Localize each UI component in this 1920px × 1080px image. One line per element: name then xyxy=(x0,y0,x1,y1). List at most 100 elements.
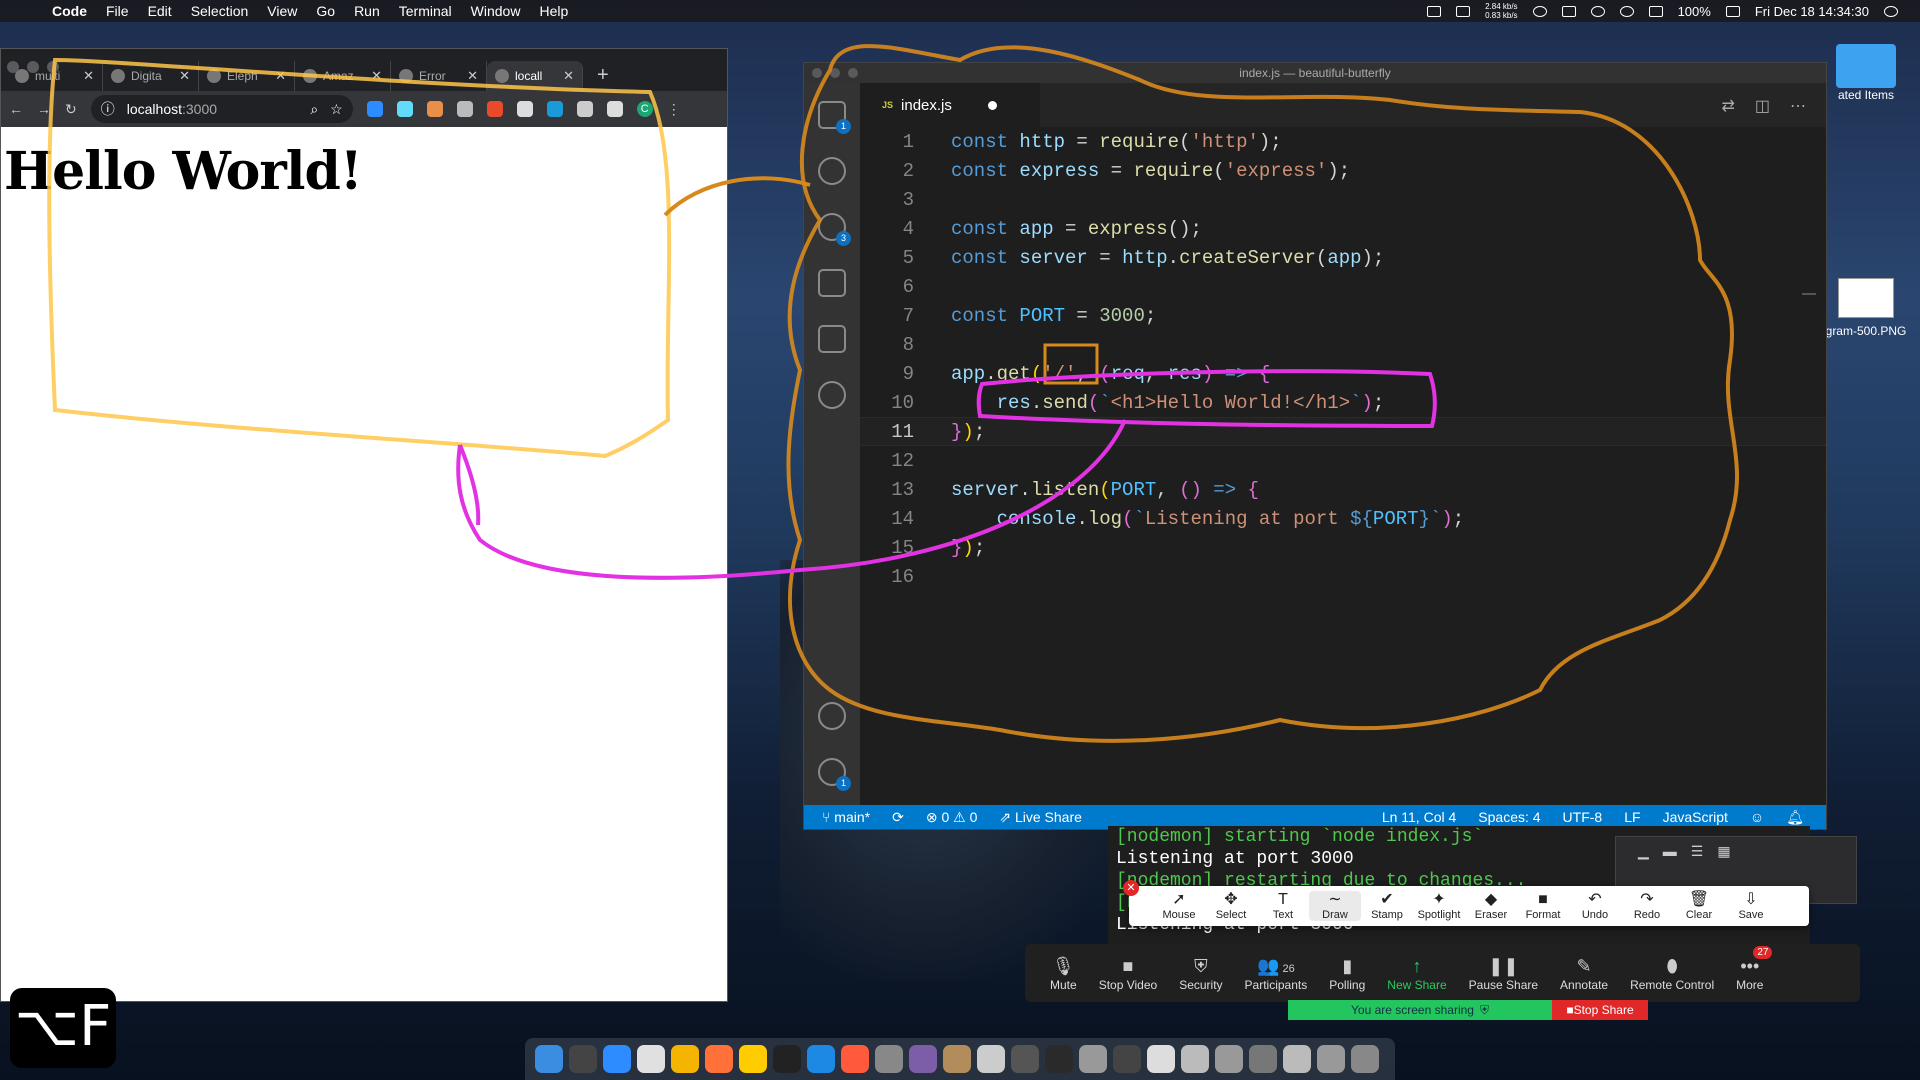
thumbnail-view-icon[interactable]: ▬ xyxy=(1663,843,1677,860)
dock-app-icon[interactable] xyxy=(909,1045,937,1073)
desktop-folder-label[interactable]: ated Items xyxy=(1812,88,1920,102)
zoom-lens-icon[interactable]: ⌕ xyxy=(310,101,318,118)
extension-icon[interactable] xyxy=(366,101,383,117)
extensions-icon[interactable] xyxy=(818,325,846,353)
annotate-tool-mouse[interactable]: ➚ Mouse xyxy=(1153,891,1205,921)
dock-app-icon[interactable] xyxy=(1011,1045,1039,1073)
menu-go[interactable]: Go xyxy=(316,3,335,19)
bluetooth-icon[interactable] xyxy=(1590,5,1605,17)
dock-app-icon[interactable] xyxy=(705,1045,733,1073)
dock-app-icon[interactable] xyxy=(535,1045,563,1073)
dock-app-icon[interactable] xyxy=(1215,1045,1243,1073)
dock-app-icon[interactable] xyxy=(1283,1045,1311,1073)
gallery-view-icon[interactable]: ▦ xyxy=(1717,843,1730,860)
cursor-position[interactable]: Ln 11, Col 4 xyxy=(1382,809,1456,826)
gear-icon[interactable]: 1 xyxy=(818,758,851,791)
encoding[interactable]: UTF-8 xyxy=(1563,809,1603,826)
explorer-icon[interactable]: 1 xyxy=(818,101,851,134)
dock-app-icon[interactable] xyxy=(1249,1045,1277,1073)
problems-status[interactable]: ⊗ 0 ⚠ 0 xyxy=(926,809,978,826)
menu-app[interactable]: Code xyxy=(52,3,87,19)
dock-app-icon[interactable] xyxy=(875,1045,903,1073)
close-window-button[interactable] xyxy=(7,61,19,73)
annotate-tool-select[interactable]: ✥ Select xyxy=(1205,891,1257,921)
screenshot-file-icon[interactable] xyxy=(1838,278,1894,318)
code-line[interactable]: 8 xyxy=(860,330,1826,359)
browser-tab-active[interactable]: locall ✕ xyxy=(487,61,583,91)
code-line[interactable]: 2 const express = require('express'); xyxy=(860,156,1826,185)
code-line[interactable]: 3 xyxy=(860,185,1826,214)
puzzle-icon[interactable] xyxy=(606,101,623,117)
code-line[interactable]: 12 xyxy=(860,446,1826,475)
code-line[interactable]: 16 xyxy=(860,562,1826,591)
run-debug-icon[interactable] xyxy=(818,269,846,297)
more-actions-icon[interactable]: ⋯ xyxy=(1790,96,1806,116)
menu-file[interactable]: File xyxy=(106,3,129,19)
annotate-tool-save[interactable]: ⇩ Save xyxy=(1725,891,1777,921)
clipboard-icon[interactable] xyxy=(1561,5,1576,17)
new-tab-button[interactable]: + xyxy=(597,64,609,87)
annotate-tool-redo[interactable]: ↷ Redo xyxy=(1621,891,1673,921)
close-window-button[interactable] xyxy=(812,68,822,78)
spotlight-search-icon[interactable] xyxy=(1884,5,1898,17)
minimize-window-button[interactable] xyxy=(830,68,840,78)
battery-percent[interactable]: 100% xyxy=(1678,4,1711,19)
reload-icon[interactable]: ↻ xyxy=(65,101,77,118)
desktop-file-label[interactable]: gram-500.PNG xyxy=(1812,324,1920,338)
browser-tab[interactable]: Digita ✕ xyxy=(103,61,199,91)
extension-icon[interactable] xyxy=(426,101,443,117)
extension-icon[interactable] xyxy=(456,101,473,117)
annotate-tool-stamp[interactable]: ✔ Stamp xyxy=(1361,891,1413,921)
dock-app-icon[interactable] xyxy=(603,1045,631,1073)
annotate-tool-draw[interactable]: ∼ Draw xyxy=(1309,891,1361,921)
menu-selection[interactable]: Selection xyxy=(191,3,249,19)
dock-app-icon[interactable] xyxy=(1147,1045,1175,1073)
dock-app-icon[interactable] xyxy=(1045,1045,1073,1073)
address-bar[interactable]: ⓘ localhost:3000 ⌕ ☆ xyxy=(90,95,353,123)
extension-icon[interactable] xyxy=(546,101,563,117)
info-icon[interactable]: ⓘ xyxy=(101,99,115,119)
airplay-icon[interactable] xyxy=(1648,5,1663,17)
dock-app-icon[interactable] xyxy=(841,1045,869,1073)
extension-icon[interactable] xyxy=(516,101,533,117)
live-share-icon[interactable] xyxy=(818,381,846,409)
forward-icon[interactable]: → xyxy=(37,101,51,117)
battery-icon[interactable] xyxy=(1725,5,1740,17)
dock-app-icon[interactable] xyxy=(1079,1045,1107,1073)
dock-app-icon[interactable] xyxy=(637,1045,665,1073)
unsaved-dot-icon[interactable] xyxy=(987,100,997,110)
stop-share-button[interactable]: ■ Stop Share xyxy=(1552,1000,1648,1020)
annotate-tool-spotlight[interactable]: ✦ Spotlight xyxy=(1413,891,1465,921)
zoom-stop-video-button[interactable]: ■ Stop Video xyxy=(1088,954,1169,992)
code-line[interactable]: 13 server.listen(PORT, () => { xyxy=(860,475,1826,504)
dock-app-icon[interactable] xyxy=(807,1045,835,1073)
split-editor-icon[interactable]: ◫ xyxy=(1755,96,1770,116)
browser-tab[interactable]: Eleph ✕ xyxy=(199,61,295,91)
zoom-status-icon[interactable] xyxy=(1427,5,1442,17)
search-icon[interactable] xyxy=(818,157,846,185)
dock-app-icon[interactable] xyxy=(671,1045,699,1073)
zoom-participants-button[interactable]: 👥 26 Participants xyxy=(1234,954,1319,992)
indentation[interactable]: Spaces: 4 xyxy=(1478,809,1540,826)
zoom-security-button[interactable]: ⛨ Security xyxy=(1168,954,1233,992)
clock[interactable]: Fri Dec 18 14:34:30 xyxy=(1755,4,1869,19)
zoom-mute-button[interactable]: 🎙 Mute xyxy=(1039,954,1088,992)
dock-app-icon[interactable] xyxy=(773,1045,801,1073)
end-of-line[interactable]: LF xyxy=(1624,809,1640,826)
browser-tab[interactable]: Error ✕ xyxy=(391,61,487,91)
wifi-icon[interactable] xyxy=(1619,5,1634,17)
back-icon[interactable]: ← xyxy=(9,101,23,117)
kebab-menu-icon[interactable]: ⋮ xyxy=(667,101,681,117)
code-line[interactable]: 1 const http = require('http'); xyxy=(860,127,1826,156)
dock-app-icon[interactable] xyxy=(977,1045,1005,1073)
code-line[interactable]: 11}); xyxy=(860,417,1826,446)
menu-view[interactable]: View xyxy=(267,3,297,19)
close-tab-icon[interactable]: ✕ xyxy=(275,68,286,84)
dock-app-icon[interactable] xyxy=(569,1045,597,1073)
profile-avatar[interactable]: C xyxy=(636,101,653,117)
code-line[interactable]: 10 res.send(`<h1>Hello World!</h1>`); xyxy=(860,388,1826,417)
live-share-status[interactable]: ⇗ Live Share xyxy=(999,809,1082,826)
folder-icon[interactable] xyxy=(1836,44,1896,88)
menu-help[interactable]: Help xyxy=(539,3,568,19)
sync-icon[interactable]: ⟳ xyxy=(892,809,904,826)
